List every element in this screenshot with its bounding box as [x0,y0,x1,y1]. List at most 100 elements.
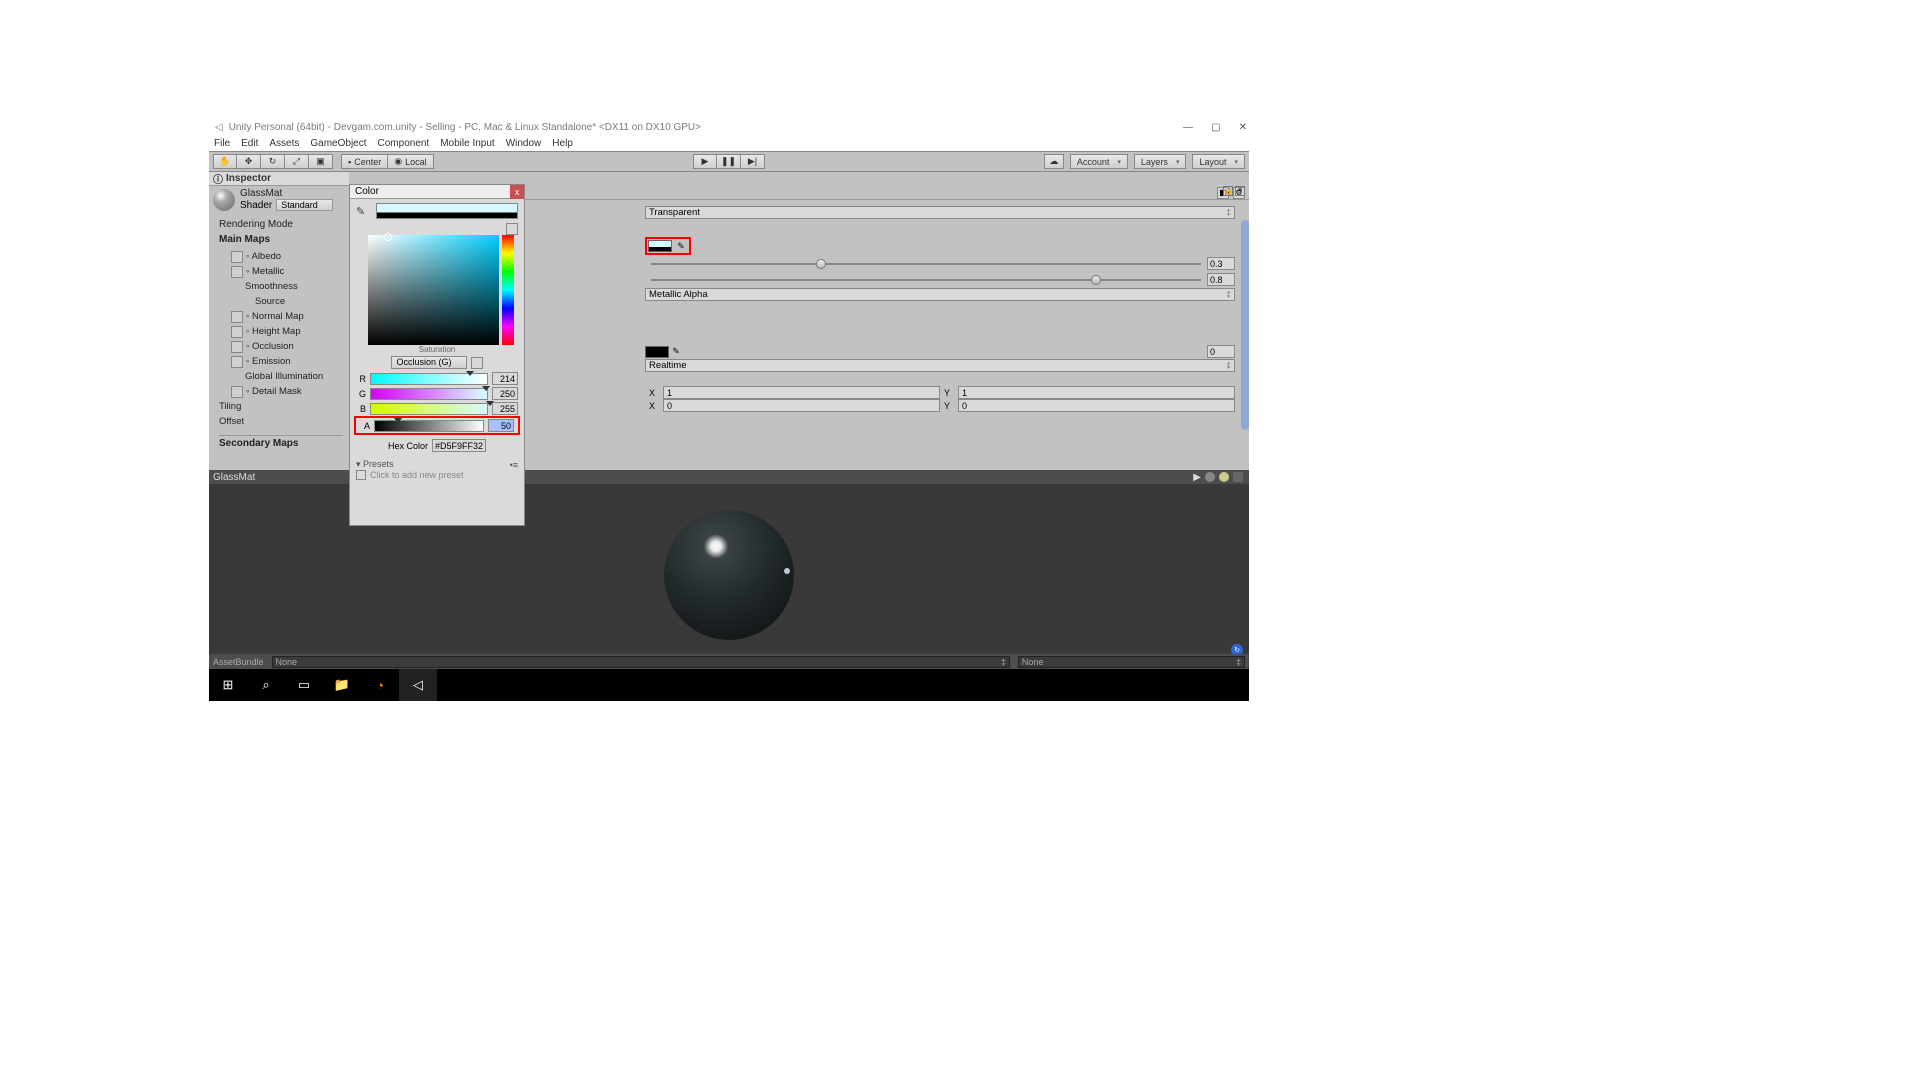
g-slider[interactable] [370,388,488,400]
window-controls: — ▢ ✕ [1183,119,1247,135]
metallic-value[interactable]: 0.3 [1207,257,1235,270]
smoothness-slider[interactable] [651,279,1201,281]
cloud-icon[interactable]: ☁ [1044,154,1064,169]
account-dropdown[interactable]: Account [1070,154,1128,169]
offset-y-input[interactable] [958,399,1235,412]
metallic-texture-slot[interactable] [231,266,243,278]
b-value-input[interactable] [492,402,518,415]
preview-play-icon[interactable]: ▶ [1193,472,1201,483]
menu-gameobject[interactable]: GameObject [310,138,366,149]
inspector-scrollbar[interactable] [1241,220,1249,470]
taskview-icon[interactable]: ▭ [285,669,323,701]
heightmap-texture-slot[interactable] [231,326,243,338]
eyedropper-icon[interactable]: ✎ [356,205,370,218]
assetbundle-variant-dropdown[interactable]: None‡ [1018,656,1245,668]
source-dropdown[interactable]: Metallic Alpha [645,288,1235,301]
unity-taskbar-icon[interactable]: ◁ [399,669,437,701]
menu-file[interactable]: File [214,138,230,149]
emission-color-swatch[interactable] [645,346,669,358]
close-icon[interactable]: ✕ [1239,122,1247,133]
layers-dropdown[interactable]: Layers [1134,154,1187,169]
preview-light-icon[interactable] [1205,472,1215,482]
albedo-eyedropper-icon[interactable]: ✎ [674,240,688,252]
emission-eyedropper-icon[interactable]: ✎ [669,346,683,358]
alpha-row-highlight: A [354,416,520,435]
g-label: G [356,389,366,399]
metallic-label: ◦ Metallic [246,266,284,277]
move-tool-icon[interactable]: ✥ [237,154,261,169]
menu-mobileinput[interactable]: Mobile Input [440,138,494,149]
blender-icon[interactable]: ◔ [361,669,399,701]
assetbundle-dropdown[interactable]: None‡ [272,656,1010,668]
material-preview-sphere[interactable] [664,510,794,640]
channel-dropdown[interactable]: Occlusion (G) [391,356,466,369]
saturation-value-area[interactable]: Brightness [368,235,514,345]
r-slider[interactable] [370,373,488,385]
a-value-input[interactable] [488,419,514,432]
pause-button-icon[interactable]: ❚❚ [717,154,741,169]
scale-tool-icon[interactable]: ⤢ [285,154,309,169]
menu-edit[interactable]: Edit [241,138,258,149]
material-header: GlassMat Shader Standard [209,186,349,213]
fileexplorer-icon[interactable]: 📁 [323,669,361,701]
emission-texture-slot[interactable] [231,356,243,368]
hex-input[interactable]: # D5F9FF32 [432,439,486,452]
detailmask-texture-slot[interactable] [231,386,243,398]
preview-env-icon[interactable] [1233,472,1243,482]
material-preview-icon [213,189,235,211]
menu-icon[interactable]: ≡ [1235,186,1245,196]
menu-help[interactable]: Help [552,138,573,149]
sv-gradient[interactable] [368,235,499,345]
menu-assets[interactable]: Assets [269,138,299,149]
pivot-center-button[interactable]: ▪Center [341,154,388,169]
add-preset-row[interactable]: Click to add new preset [356,470,518,480]
play-button-icon[interactable]: ▶ [693,154,717,169]
normalmap-texture-slot[interactable] [231,311,243,323]
inspector-right-fields: ◧ ⚙ Transparent ✎ 0.3 [525,186,1249,412]
presets-menu-icon[interactable]: •≡ [510,460,518,470]
b-slider[interactable] [370,403,488,415]
preview-light2-icon[interactable] [1219,472,1229,482]
occlusion-texture-slot[interactable] [231,341,243,353]
start-button-icon[interactable]: ⊞ [209,669,247,701]
g-value-input[interactable] [492,387,518,400]
lock-icon[interactable]: 🔒 [1223,186,1233,196]
a-slider[interactable] [374,420,484,432]
albedo-texture-slot[interactable] [231,251,243,263]
emission-value[interactable]: 0 [1207,345,1235,358]
smoothness-value[interactable]: 0.8 [1207,273,1235,286]
minimize-icon[interactable]: — [1183,122,1193,133]
menu-component[interactable]: Component [378,138,430,149]
shader-dropdown[interactable]: Standard [276,199,333,211]
channel-mode-icon[interactable] [471,357,483,369]
material-properties: Rendering Mode Main Maps ◦ Albedo ◦ Meta… [209,213,349,449]
sv-cursor-icon[interactable] [384,233,392,241]
source-label: Source [255,296,285,307]
rect-tool-icon[interactable]: ▣ [309,154,333,169]
metallic-slider[interactable] [651,263,1201,265]
rotate-tool-icon[interactable]: ↻ [261,154,285,169]
color-mode-icon[interactable] [506,223,518,235]
offset-label: Offset [219,416,244,427]
pivot-local-button[interactable]: ◉Local [388,154,433,169]
menu-window[interactable]: Window [506,138,542,149]
layout-dropdown[interactable]: Layout [1192,154,1245,169]
color-picker-titlebar: Color x [350,185,524,199]
rendering-mode-dropdown[interactable]: Transparent [645,206,1235,219]
gi-dropdown[interactable]: Realtime [645,359,1235,372]
search-icon[interactable]: ⌕ [247,669,285,701]
albedo-color-swatch[interactable] [648,240,672,252]
step-button-icon[interactable]: ▶| [741,154,765,169]
hand-tool-icon[interactable]: ✋ [213,154,237,169]
maximize-icon[interactable]: ▢ [1211,122,1220,133]
hue-slider[interactable] [502,235,514,345]
offset-x-input[interactable] [663,399,940,412]
scrollbar-thumb[interactable] [1241,220,1249,430]
inspector-tab[interactable]: ⓘ Inspector [209,172,349,186]
presets-toggle[interactable]: ▾ Presets [356,459,394,470]
tiling-y-input[interactable] [958,386,1235,399]
tiling-x-input[interactable] [663,386,940,399]
unity-logo-icon: ◁ [215,122,223,133]
color-picker-close-icon[interactable]: x [510,185,524,199]
r-value-input[interactable] [492,372,518,385]
